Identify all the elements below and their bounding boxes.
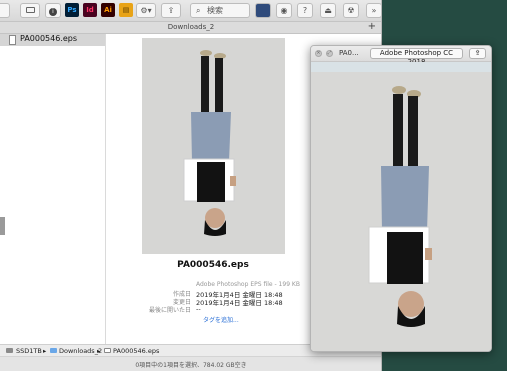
- eps-file-icon: [9, 35, 16, 45]
- path-item-drive[interactable]: SSD1TB: [16, 347, 42, 355]
- folder-icon: [25, 7, 35, 13]
- new-tab-button[interactable]: +: [368, 21, 376, 32]
- quick-look-window: × ⤢ PA0... Adobe Photoshop CC 2018 ⇪: [310, 45, 492, 352]
- info-button[interactable]: i: [45, 3, 61, 18]
- file-kind: Adobe Photoshop EPS file - 199 KB: [196, 281, 300, 288]
- back-button[interactable]: [0, 3, 10, 18]
- help-button[interactable]: ?: [297, 3, 313, 18]
- photoshop-app-icon[interactable]: Ps: [65, 3, 79, 17]
- burn-icon: ☢: [347, 6, 355, 15]
- drive-icon: [6, 348, 13, 353]
- modified-value: 2019年1月4日 金曜日 18:48: [196, 299, 283, 307]
- overflow-button[interactable]: »: [366, 3, 381, 18]
- eject-icon: ⏏: [324, 6, 332, 15]
- burn-button[interactable]: ☢: [343, 3, 359, 18]
- indesign-app-icon[interactable]: Id: [83, 3, 97, 17]
- status-text: 0項目中の1項目を選択、784.02 GB空き: [135, 362, 247, 369]
- tab-title[interactable]: Downloads_2: [0, 23, 381, 31]
- info-icon: i: [49, 8, 57, 16]
- open-with-button[interactable]: Adobe Photoshop CC 2018: [370, 48, 463, 66]
- server-app-icon[interactable]: [255, 3, 271, 18]
- close-icon: ×: [316, 50, 321, 56]
- quick-look-titlebar: × ⤢ PA0... Adobe Photoshop CC 2018 ⇪: [311, 46, 491, 66]
- action-menu-button[interactable]: ⚙▾: [136, 3, 156, 18]
- folder-icon: [50, 348, 57, 353]
- last-opened-value: --: [196, 305, 201, 313]
- list-item[interactable]: PA000546.eps: [0, 34, 105, 46]
- path-item-folder[interactable]: Downloads_2: [59, 347, 102, 355]
- share-icon: ⇪: [167, 6, 175, 15]
- share-button[interactable]: ⇪: [469, 48, 486, 59]
- new-folder-button[interactable]: [20, 3, 40, 18]
- chevron-icon: »: [371, 6, 377, 15]
- search-field[interactable]: ⌕ 検索: [190, 3, 250, 18]
- search-placeholder: 検索: [207, 6, 223, 15]
- finder-toolbar: i Ps Id Ai ▤ ⚙▾ ⇪ ⌕ 検索 ◉ ? ⏏ ☢ »: [0, 0, 381, 22]
- gear-icon: ⚙▾: [140, 6, 152, 15]
- path-separator: ▸: [97, 347, 101, 355]
- scrollbar[interactable]: [0, 217, 5, 235]
- quick-look-header-strip: [311, 62, 491, 72]
- share-button[interactable]: ⇪: [161, 3, 181, 18]
- eye-icon: ◉: [280, 6, 288, 15]
- path-item-file[interactable]: PA000546.eps: [113, 347, 159, 355]
- quick-look-image: [311, 72, 491, 351]
- file-list: PA000546.eps: [0, 34, 106, 344]
- close-button[interactable]: ×: [315, 50, 322, 57]
- fullscreen-button[interactable]: ⤢: [326, 50, 333, 57]
- file-name: PA000546.eps: [20, 34, 78, 43]
- expand-icon: ⤢: [327, 50, 332, 56]
- add-tags-link[interactable]: タグを追加...: [203, 315, 239, 324]
- preview-image[interactable]: [142, 38, 285, 254]
- quick-look-button[interactable]: ◉: [276, 3, 292, 18]
- last-opened-label: 最後に開いた日: [148, 307, 191, 314]
- status-bar: 0項目中の1項目を選択、784.02 GB空き: [0, 356, 381, 371]
- preview-filename: PA000546.eps: [177, 260, 249, 270]
- tab-bar: Downloads_2 +: [0, 21, 381, 34]
- search-icon: ⌕: [196, 6, 201, 15]
- file-icon: [104, 348, 111, 353]
- help-icon: ?: [302, 6, 308, 15]
- quick-look-title: PA0...: [339, 49, 359, 57]
- archive-app-icon[interactable]: ▤: [119, 3, 133, 17]
- illustrator-app-icon[interactable]: Ai: [101, 3, 115, 17]
- share-icon: ⇪: [474, 49, 481, 57]
- eject-button[interactable]: ⏏: [320, 3, 336, 18]
- path-separator: ▸: [43, 347, 47, 355]
